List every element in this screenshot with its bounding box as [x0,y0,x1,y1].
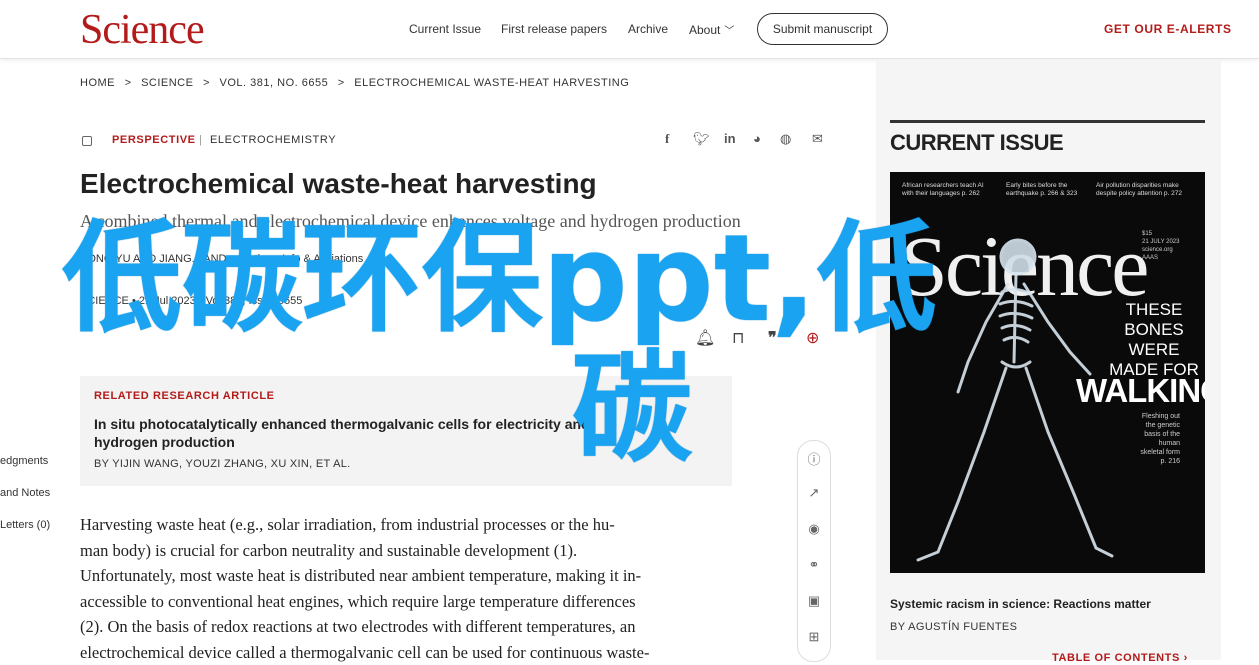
related-label: RELATED RESEARCH ARTICLE [94,390,275,402]
related-title[interactable]: In situ photocatalytically enhanced ther… [94,415,654,451]
breadcrumb-home[interactable]: HOME [80,77,115,89]
breadcrumb-separator: > [125,77,132,89]
cover-headline: African researchers teach AI with their … [902,182,990,198]
chevron-right-icon: › [1184,652,1188,664]
article-tools-rail: ⓘ ↗ ◉ ⚭ ▣ ⊞ [797,440,831,662]
linkedin-icon[interactable]: in [724,131,736,146]
facebook-icon[interactable]: f [665,131,669,147]
nav-about-label: About [689,23,720,37]
email-icon[interactable]: ✉ [812,131,823,147]
get-e-alerts-link[interactable]: GET OUR E-ALERTS [1104,22,1232,36]
tag-separator: | [199,134,202,146]
article-subject[interactable]: ELECTROCHEMISTRY [210,134,336,146]
table-of-contents-link[interactable]: TABLE OF CONTENTS › [1052,652,1188,664]
lock-icon [82,136,92,146]
breadcrumb-separator: > [338,77,345,89]
article-body: Harvesting waste heat (e.g., solar irrad… [80,512,730,665]
breadcrumb-article: ELECTROCHEMICAL WASTE-HEAT HARVESTING [354,77,629,89]
chevron-down-icon: ﹀ [724,26,734,37]
nav-current-issue[interactable]: Current Issue [409,22,481,36]
breadcrumb-volume[interactable]: VOL. 381, NO. 6655 [220,77,329,89]
image-icon[interactable]: ▣ [798,593,830,609]
related-authors: BY YIJIN WANG, YOUZI ZHANG, XU XIN, ET A… [94,458,351,470]
cover-headline-these: THESE BONES WERE MADE FOR [1108,300,1200,380]
reddit-icon[interactable]: ◕ [753,131,761,146]
article-type: PERSPECTIVE [112,134,196,146]
journal-cover-image[interactable]: African researchers teach AI with their … [890,172,1205,573]
breadcrumb-separator: > [203,77,210,89]
nav-archive[interactable]: Archive [628,22,668,36]
article-title: Electrochemical waste-heat harvesting [80,168,597,200]
current-issue-article[interactable]: Systemic racism in science: Reactions ma… [890,597,1151,611]
metrics-icon[interactable]: ↗ [798,485,830,501]
cover-headline: Air pollution disparities make despite p… [1096,182,1196,198]
toc-label: TABLE OF CONTENTS [1052,652,1180,664]
body-line: man body) is crucial for carbon neutrali… [80,538,730,564]
top-navigation-bar: Science Current Issue First release pape… [0,0,1259,59]
body-line: (2). On the basis of redox reactions at … [80,614,730,640]
body-line: electrochemical device called a thermoga… [80,640,730,665]
twitter-icon[interactable]: 🐦︎ [693,131,710,147]
submit-manuscript-button[interactable]: Submit manuscript [757,13,888,45]
science-logo[interactable]: Science [80,6,204,54]
nav-about[interactable]: About ﹀ [689,22,734,37]
watermark-text: 碳 [572,350,692,470]
eye-icon[interactable]: ◉ [798,521,830,537]
table-icon[interactable]: ⊞ [798,629,830,645]
cover-issue-info: $15 21 JULY 2023 science.org AAAS [1142,230,1179,262]
wechat-icon[interactable]: ◍ [780,131,791,147]
sidenav-letters[interactable]: Letters (0) [0,519,50,531]
body-line: accessible to conventional heat engines,… [80,589,730,615]
sidenav-acknowledgments[interactable]: edgments [0,455,48,467]
info-icon[interactable]: ⓘ [798,449,830,468]
cover-caption: Fleshing out the genetic basis of the hu… [1136,412,1180,466]
cover-headline-walking: WALKING [1076,372,1205,410]
nav-first-release[interactable]: First release papers [501,22,607,36]
current-issue-author: BY AGUSTÍN FUENTES [890,621,1017,633]
breadcrumb-science[interactable]: SCIENCE [141,77,193,89]
breadcrumb: HOME > SCIENCE > VOL. 381, NO. 6655 > EL… [80,77,635,89]
watermark-text: 低碳环保ppt,低 [62,220,937,340]
current-issue-heading: CURRENT ISSUE [890,130,1063,156]
body-line: Unfortunately, most waste heat is distri… [80,563,730,589]
link-icon[interactable]: ⚭ [798,557,830,573]
body-line: Harvesting waste heat (e.g., solar irrad… [80,512,730,538]
divider [890,120,1205,123]
sidenav-references[interactable]: and Notes [0,487,50,499]
cover-headline: Early bites before the earthquake p. 266… [1006,182,1094,198]
